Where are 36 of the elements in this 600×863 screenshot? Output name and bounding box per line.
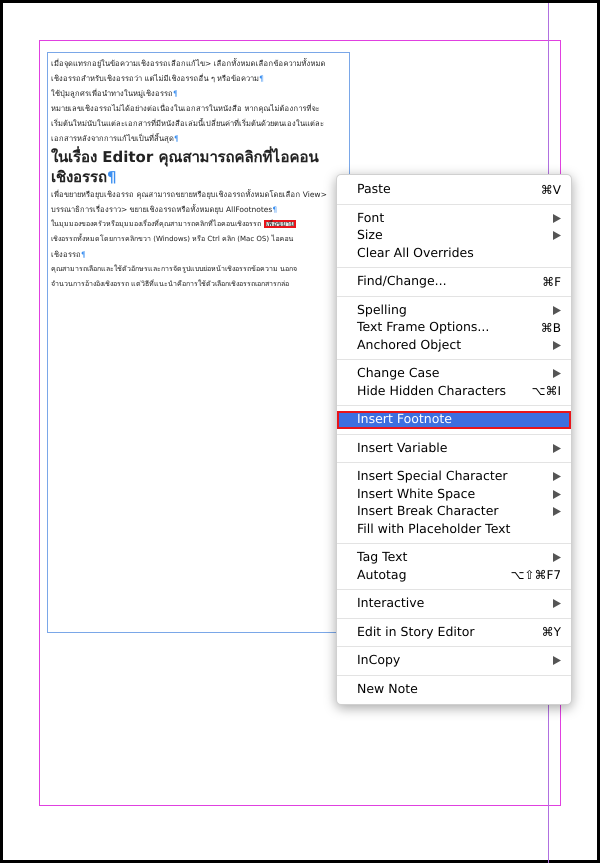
menu-item[interactable]: Paste ⌘V xyxy=(337,181,571,198)
submenu-arrow-icon xyxy=(553,656,561,666)
menu-item[interactable]: Font xyxy=(337,210,571,227)
submenu-arrow-icon xyxy=(553,306,561,315)
submenu-arrow-icon xyxy=(553,444,561,453)
menu-item[interactable]: Anchored Object xyxy=(337,336,571,354)
menu-item[interactable]: Interactive xyxy=(337,595,571,612)
menu-item[interactable]: Autotag ⌥⇧⌘F7 xyxy=(337,566,571,584)
submenu-arrow-icon xyxy=(553,599,561,608)
menu-item[interactable]: InCopy xyxy=(337,652,571,670)
submenu-arrow-icon xyxy=(553,553,561,562)
menu-item[interactable]: Insert Special Character xyxy=(337,468,571,486)
shortcut-text: ⌘F xyxy=(542,274,561,291)
shortcut-text: ⌘Y xyxy=(542,624,561,642)
menu-item[interactable]: New Note xyxy=(337,680,571,698)
menu-item[interactable]: Insert Footnote xyxy=(337,411,571,428)
shortcut-text: ⌘V xyxy=(540,182,561,199)
menu-item[interactable]: Spelling xyxy=(337,302,571,319)
menu-item[interactable]: Size xyxy=(337,227,571,244)
heading-text: ในเรื่อง Editor คุณสามารถคลิกที่ไอคอนเชิงอรรถ¶ xyxy=(51,147,320,187)
menu-item[interactable]: Text Frame Options... ⌘B xyxy=(337,319,571,336)
shortcut-text: ⌥⇧⌘F7 xyxy=(510,567,561,584)
submenu-arrow-icon xyxy=(553,369,561,378)
menu-item[interactable]: Edit in Story Editor ⌘Y xyxy=(337,624,571,641)
menu-item[interactable]: Insert Variable xyxy=(337,440,571,457)
menu-item[interactable]: Fill with Placeholder Text xyxy=(337,520,571,538)
menu-item[interactable]: Clear All Overrides xyxy=(337,244,571,262)
submenu-arrow-icon xyxy=(553,340,561,350)
menu-item[interactable]: Insert Break Character xyxy=(337,503,571,520)
menu-item[interactable]: Insert White Space xyxy=(337,486,571,503)
shortcut-text: ⌥⌘I xyxy=(532,383,561,400)
shortcut-text: ⌘B xyxy=(540,320,561,337)
menu-item[interactable]: Find/Change... ⌘F xyxy=(337,273,571,290)
menu-item[interactable]: Change Case xyxy=(337,365,571,382)
menu-item[interactable]: Hide Hidden Characters ⌥⌘I xyxy=(337,382,571,400)
menu-item[interactable]: Tag Text xyxy=(337,549,571,566)
